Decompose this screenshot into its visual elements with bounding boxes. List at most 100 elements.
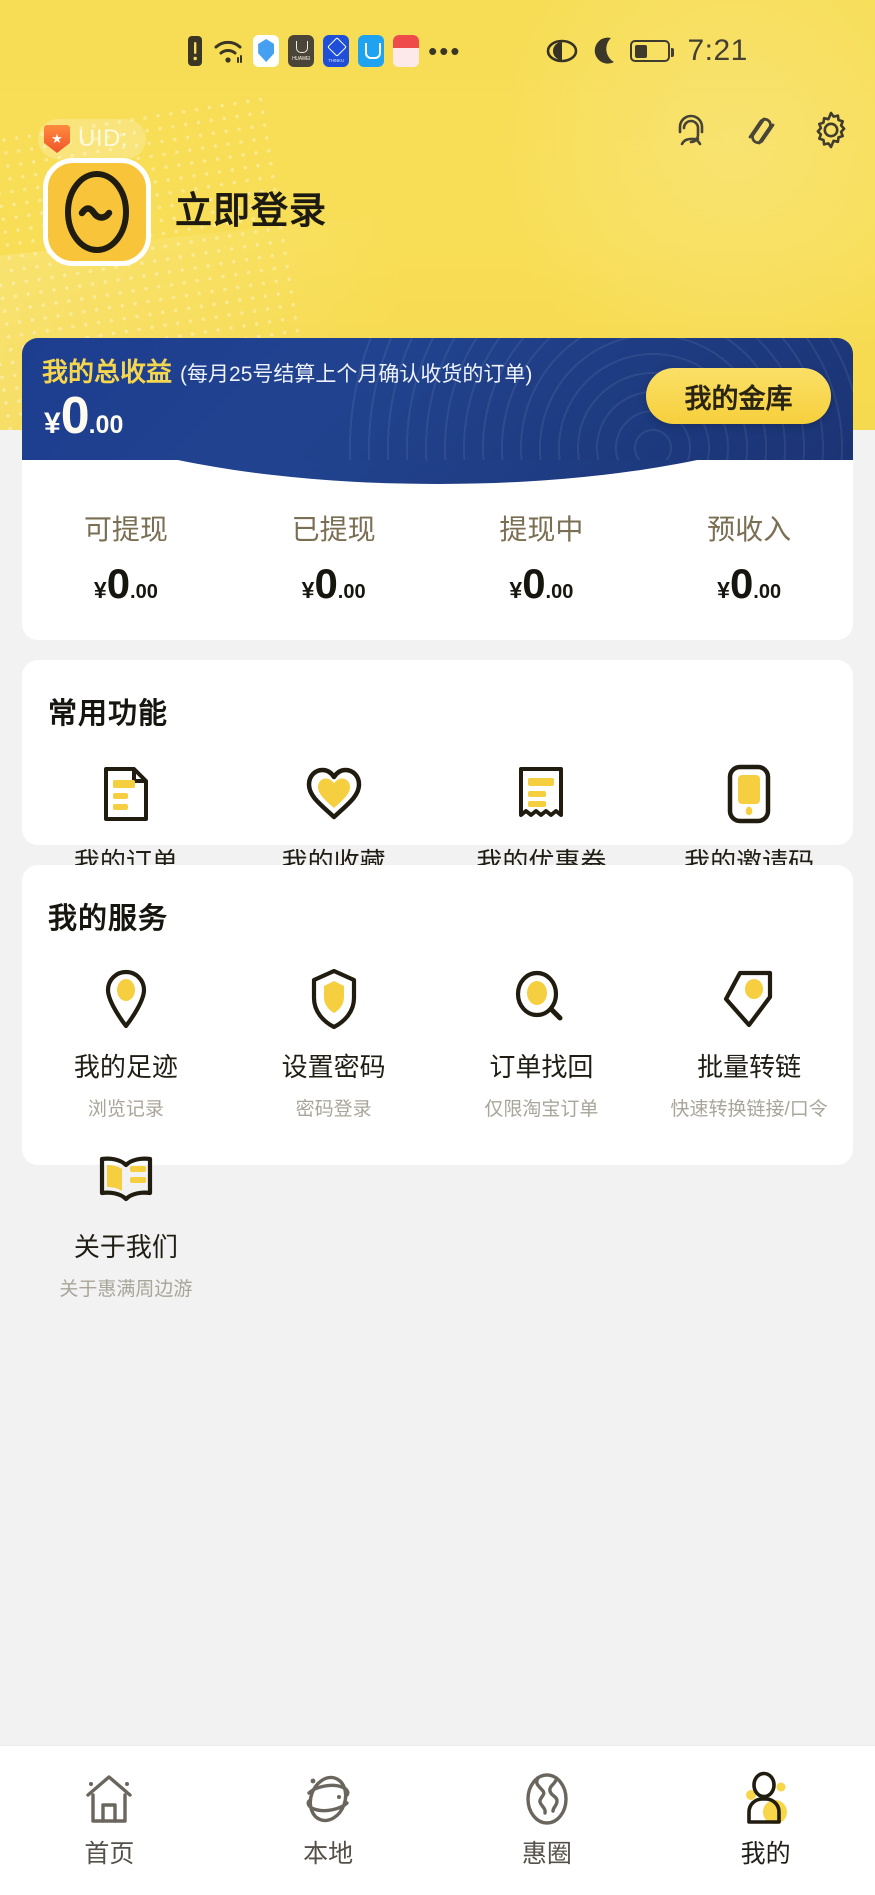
settings-gear-icon[interactable]	[809, 108, 853, 152]
stat-cents: .00	[337, 581, 366, 603]
service-about-us[interactable]: 关于我们 关于惠满周边游	[22, 1139, 230, 1319]
link-icon[interactable]	[739, 108, 783, 152]
vault-button[interactable]: 我的金库	[646, 368, 831, 424]
stat-value: ¥ 0 .00	[301, 560, 366, 607]
stat-withdrawn[interactable]: 已提现 ¥ 0 .00	[230, 508, 438, 607]
nav-item-circle[interactable]: 惠圈	[438, 1746, 657, 1895]
stat-main: 0	[522, 560, 546, 607]
service-my-footprint[interactable]: 我的足迹 浏览记录	[22, 959, 230, 1139]
cyan-app-icon	[358, 35, 385, 67]
common-functions-card: 常用功能 我的订单 我的收藏 我的优惠券 我的邀请码	[22, 660, 853, 877]
avatar[interactable]	[43, 158, 151, 266]
service-label: 我的足迹	[73, 1052, 178, 1082]
common-functions-title: 常用功能	[48, 698, 169, 730]
warning-icon	[188, 36, 203, 66]
price-tag-icon	[722, 969, 776, 1029]
stats-card: 可提现 ¥ 0 .00 已提现 ¥ 0 .00 提现中 ¥ 0 .00 预收入 …	[22, 460, 853, 640]
stat-label: 预收入	[707, 514, 792, 545]
open-book-icon	[97, 1149, 155, 1209]
invite-card-icon	[726, 764, 772, 824]
stat-main: 0	[729, 560, 754, 607]
more-dots-icon: •••	[428, 36, 462, 66]
do-not-disturb-moon-icon	[595, 37, 615, 64]
header-action-icons	[669, 108, 853, 152]
earnings-amount-cents: .00	[88, 411, 124, 439]
service-label: 设置密码	[281, 1052, 386, 1082]
stat-expected-income[interactable]: 预收入 ¥ 0 .00	[645, 508, 853, 607]
status-bar: ••• 7:21	[0, 28, 875, 74]
earnings-title-row: 我的总收益 (每月25号结算上个月确认收货的订单)	[42, 352, 532, 389]
nav-item-profile[interactable]: 我的	[656, 1746, 875, 1895]
service-sublabel: 快速转换链接/口令	[670, 1099, 828, 1120]
customer-service-icon[interactable]	[669, 108, 713, 152]
globe-icon	[518, 1768, 576, 1830]
earnings-subtitle: (每月25号结算上个月确认收货的订单)	[180, 363, 533, 386]
location-pin-icon	[103, 969, 149, 1029]
service-order-recovery[interactable]: 订单找回 仅限淘宝订单	[438, 959, 646, 1139]
coupon-receipt-icon	[514, 764, 568, 824]
battery-icon	[630, 40, 675, 62]
shield-lock-icon	[310, 968, 358, 1030]
earnings-currency: ¥	[44, 407, 61, 440]
eye-comfort-icon	[547, 39, 578, 63]
wifi-icon	[214, 40, 243, 63]
status-bar-left-icons: •••	[187, 35, 461, 67]
nav-label: 我的	[740, 1840, 791, 1868]
stat-currency: ¥	[301, 577, 315, 603]
nav-item-home[interactable]: 首页	[0, 1746, 219, 1895]
earnings-banner: 我的总收益 (每月25号结算上个月确认收货的订单) ¥ 0 .00 我的金库	[22, 338, 853, 460]
stat-label: 已提现	[291, 514, 376, 545]
nav-label: 本地	[303, 1840, 354, 1868]
my-services-title: 我的服务	[48, 903, 169, 935]
earnings-title: 我的总收益	[42, 357, 173, 387]
heart-icon	[305, 764, 363, 824]
stat-value: ¥ 0 .00	[93, 560, 158, 607]
shield-app-icon	[253, 35, 280, 67]
pink-app-icon	[393, 35, 420, 67]
document-icon	[100, 764, 152, 824]
banner-bottom-curve	[22, 460, 853, 484]
my-services-grid: 我的足迹 浏览记录 设置密码 密码登录 订单找回 仅限淘宝订单 批量转链 快速转…	[22, 937, 853, 1319]
bottom-navigation: 首页 本地 惠圈 我的	[0, 1745, 875, 1895]
blue-app-icon	[323, 35, 350, 67]
uid-badge[interactable]: ★ UID:	[38, 119, 146, 159]
huawei-app-icon	[288, 35, 315, 67]
service-set-password[interactable]: 设置密码 密码登录	[230, 959, 438, 1139]
stat-withdrawable[interactable]: 可提现 ¥ 0 .00	[22, 508, 230, 607]
stat-currency: ¥	[509, 577, 523, 603]
planet-icon	[299, 1768, 357, 1830]
stat-value: ¥ 0 .00	[717, 560, 782, 607]
service-sublabel: 关于惠满周边游	[59, 1279, 193, 1300]
login-button[interactable]: 立即登录	[175, 180, 327, 234]
stat-currency: ¥	[93, 577, 107, 603]
nav-item-local[interactable]: 本地	[219, 1746, 438, 1895]
nav-label: 首页	[84, 1840, 135, 1868]
earnings-amount: ¥ 0 .00	[44, 390, 123, 442]
stat-cents: .00	[130, 581, 158, 603]
profile-person-icon	[737, 1768, 795, 1830]
service-sublabel: 密码登录	[295, 1099, 372, 1120]
earnings-amount-main: 0	[60, 387, 90, 445]
stat-value: ¥ 0 .00	[509, 560, 574, 607]
home-icon	[80, 1768, 138, 1830]
service-sublabel: 浏览记录	[87, 1099, 164, 1120]
stat-currency: ¥	[717, 577, 730, 603]
search-magnifier-icon	[514, 969, 568, 1029]
stat-main: 0	[314, 560, 338, 607]
medal-star-icon: ★	[44, 125, 70, 153]
service-label: 关于我们	[73, 1232, 178, 1262]
stat-label: 可提现	[83, 514, 168, 545]
stat-withdrawing[interactable]: 提现中 ¥ 0 .00	[438, 508, 646, 607]
service-batch-link-convert[interactable]: 批量转链 快速转换链接/口令	[645, 959, 853, 1139]
stat-main: 0	[106, 560, 131, 607]
status-bar-time: 7:21	[687, 34, 748, 67]
nav-label: 惠圈	[521, 1840, 572, 1868]
stats-row: 可提现 ¥ 0 .00 已提现 ¥ 0 .00 提现中 ¥ 0 .00 预收入 …	[22, 508, 853, 607]
stat-cents: .00	[753, 581, 782, 603]
uid-label: UID:	[78, 125, 128, 152]
status-bar-right-icons: 7:21	[546, 34, 747, 68]
service-label: 批量转链	[697, 1052, 802, 1082]
stat-cents: .00	[545, 581, 574, 603]
my-services-card: 我的服务 我的足迹 浏览记录 设置密码 密码登录 订单找回 仅限淘宝订单 批量转…	[22, 865, 853, 1300]
service-label: 订单找回	[489, 1052, 594, 1082]
